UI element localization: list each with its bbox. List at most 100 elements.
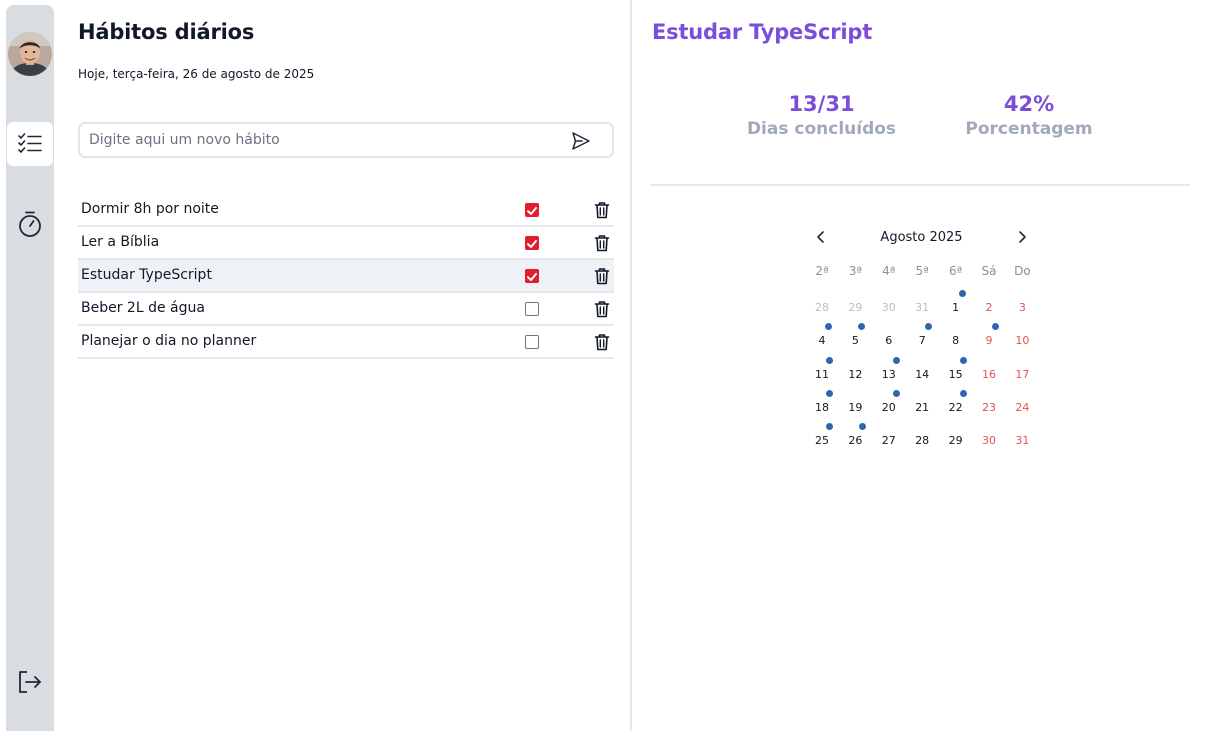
sidebar-item-habits[interactable] (7, 122, 53, 166)
calendar-month-label: Agosto 2025 (880, 230, 963, 245)
delete-habit-button[interactable] (594, 333, 610, 351)
sidebar-item-logout[interactable] (7, 660, 53, 704)
calendar-day-number: 14 (915, 367, 930, 381)
habit-row[interactable]: Dormir 8h por noite (78, 194, 614, 227)
calendar-day[interactable]: 2 (974, 298, 1004, 318)
calendar: Agosto 2025 2ª 3ª 4ª 5ª 6ª Sá Do 28 29 30 31 1 2 3 4 5… (804, 226, 1039, 447)
habit-done-checkbox[interactable] (525, 302, 539, 316)
calendar-weekday: Do (1014, 264, 1031, 278)
completed-day-dot (825, 323, 832, 331)
calendar-day[interactable]: 18 (807, 389, 837, 418)
calendar-day-number: 8 (952, 334, 960, 348)
calendar-day[interactable]: 16 (974, 365, 1004, 385)
calendar-day[interactable]: 22 (941, 389, 971, 418)
calendar-day[interactable]: 13 (874, 356, 904, 385)
calendar-day[interactable]: 29 (840, 298, 870, 318)
calendar-day[interactable]: 29 (941, 431, 971, 451)
calendar-day[interactable]: 4 (807, 323, 837, 351)
completed-day-dot (826, 389, 833, 397)
calendar-day[interactable]: 28 (907, 431, 937, 451)
new-habit-input[interactable] (89, 124, 559, 156)
calendar-day-number: 29 (948, 434, 963, 448)
trash-icon (594, 202, 610, 219)
delete-habit-button[interactable] (594, 267, 610, 285)
completed-day-dot (992, 323, 999, 331)
calendar-day[interactable]: 17 (1007, 365, 1037, 385)
calendar-day[interactable]: 27 (874, 431, 904, 451)
calendar-day-number: 25 (815, 434, 829, 448)
calendar-day[interactable]: 24 (1007, 398, 1037, 418)
calendar-day[interactable]: 30 (874, 298, 904, 318)
habit-name: Beber 2L de água (81, 300, 205, 316)
calendar-day[interactable]: 5 (840, 323, 870, 351)
calendar-day-number: 12 (848, 367, 863, 381)
delete-habit-button[interactable] (594, 234, 610, 252)
chevron-right-icon[interactable] (1015, 230, 1029, 244)
trash-icon (594, 235, 610, 252)
trash-icon (594, 268, 610, 285)
habit-done-checkbox[interactable] (525, 203, 539, 217)
calendar-day[interactable]: 1 (941, 290, 971, 318)
calendar-day[interactable]: 21 (907, 398, 937, 418)
habit-done-checkbox[interactable] (525, 335, 539, 349)
add-habit-button[interactable] (570, 130, 592, 152)
calendar-day[interactable]: 3 (1007, 298, 1037, 318)
calendar-day[interactable]: 25 (807, 423, 837, 451)
calendar-day[interactable]: 19 (840, 398, 870, 418)
logout-icon (19, 671, 41, 693)
calendar-day-number: 13 (881, 367, 896, 381)
user-avatar-icon (8, 32, 52, 76)
calendar-day-number: 22 (948, 400, 963, 414)
habit-name: Estudar TypeScript (81, 267, 212, 283)
calendar-day[interactable]: 30 (974, 431, 1004, 451)
habit-row[interactable]: Estudar TypeScript (78, 260, 614, 293)
calendar-day[interactable]: 6 (874, 331, 904, 351)
habit-row[interactable]: Planejar o dia no planner (78, 326, 614, 359)
calendar-day[interactable]: 31 (907, 298, 937, 318)
send-icon (572, 132, 590, 150)
habit-name: Ler a Bíblia (81, 234, 160, 250)
habit-done-checkbox[interactable] (525, 269, 539, 283)
calendar-day[interactable]: 8 (941, 331, 971, 351)
calendar-day[interactable]: 14 (907, 365, 937, 385)
calendar-day[interactable]: 28 (807, 298, 837, 318)
calendar-day[interactable]: 15 (941, 356, 971, 385)
sidebar-item-timer[interactable] (7, 202, 53, 246)
calendar-day[interactable]: 31 (1007, 431, 1037, 451)
calendar-day-number: 28 (915, 434, 930, 448)
calendar-day-number: 20 (881, 400, 896, 414)
percentage-value: 42% (1003, 92, 1055, 116)
calendar-day-number: 18 (815, 400, 829, 414)
sidebar (6, 5, 54, 731)
completed-day-dot (959, 389, 967, 397)
app-window: Hábitos diários Hoje, terça-feira, 26 de… (0, 0, 1208, 731)
calendar-day[interactable]: 23 (974, 398, 1004, 418)
calendar-day[interactable]: 20 (874, 389, 904, 418)
calendar-day[interactable]: 7 (907, 323, 937, 351)
calendar-header: Agosto 2025 (804, 226, 1039, 250)
calendar-day-number: 4 (818, 334, 826, 348)
calendar-day-number: 6 (885, 334, 893, 348)
delete-habit-button[interactable] (594, 201, 610, 219)
checkmark-icon (527, 207, 537, 215)
habit-name: Dormir 8h por noite (81, 201, 219, 217)
calendar-day-number: 15 (948, 367, 963, 381)
completed-day-dot (959, 356, 967, 364)
delete-habit-button[interactable] (594, 300, 610, 318)
habit-row[interactable]: Ler a Bíblia (78, 227, 614, 260)
habit-done-checkbox[interactable] (525, 236, 539, 250)
completed-day-dot (892, 356, 900, 364)
completed-day-dot (858, 323, 866, 331)
calendar-day[interactable]: 10 (1007, 331, 1037, 351)
timer-icon (19, 211, 41, 237)
avatar[interactable] (8, 32, 52, 76)
calendar-day-number: 11 (815, 367, 829, 381)
calendar-day[interactable]: 12 (840, 365, 870, 385)
calendar-day[interactable]: 9 (974, 323, 1004, 351)
habit-list: Dormir 8h por noite Ler a Bíblia Estudar T… (78, 194, 614, 359)
days-completed-label: Dias concluídos (746, 119, 897, 139)
calendar-day[interactable]: 11 (807, 356, 837, 385)
calendar-weekday: 6ª (948, 264, 963, 278)
habit-row[interactable]: Beber 2L de água (78, 293, 614, 326)
calendar-day[interactable]: 26 (840, 423, 870, 451)
